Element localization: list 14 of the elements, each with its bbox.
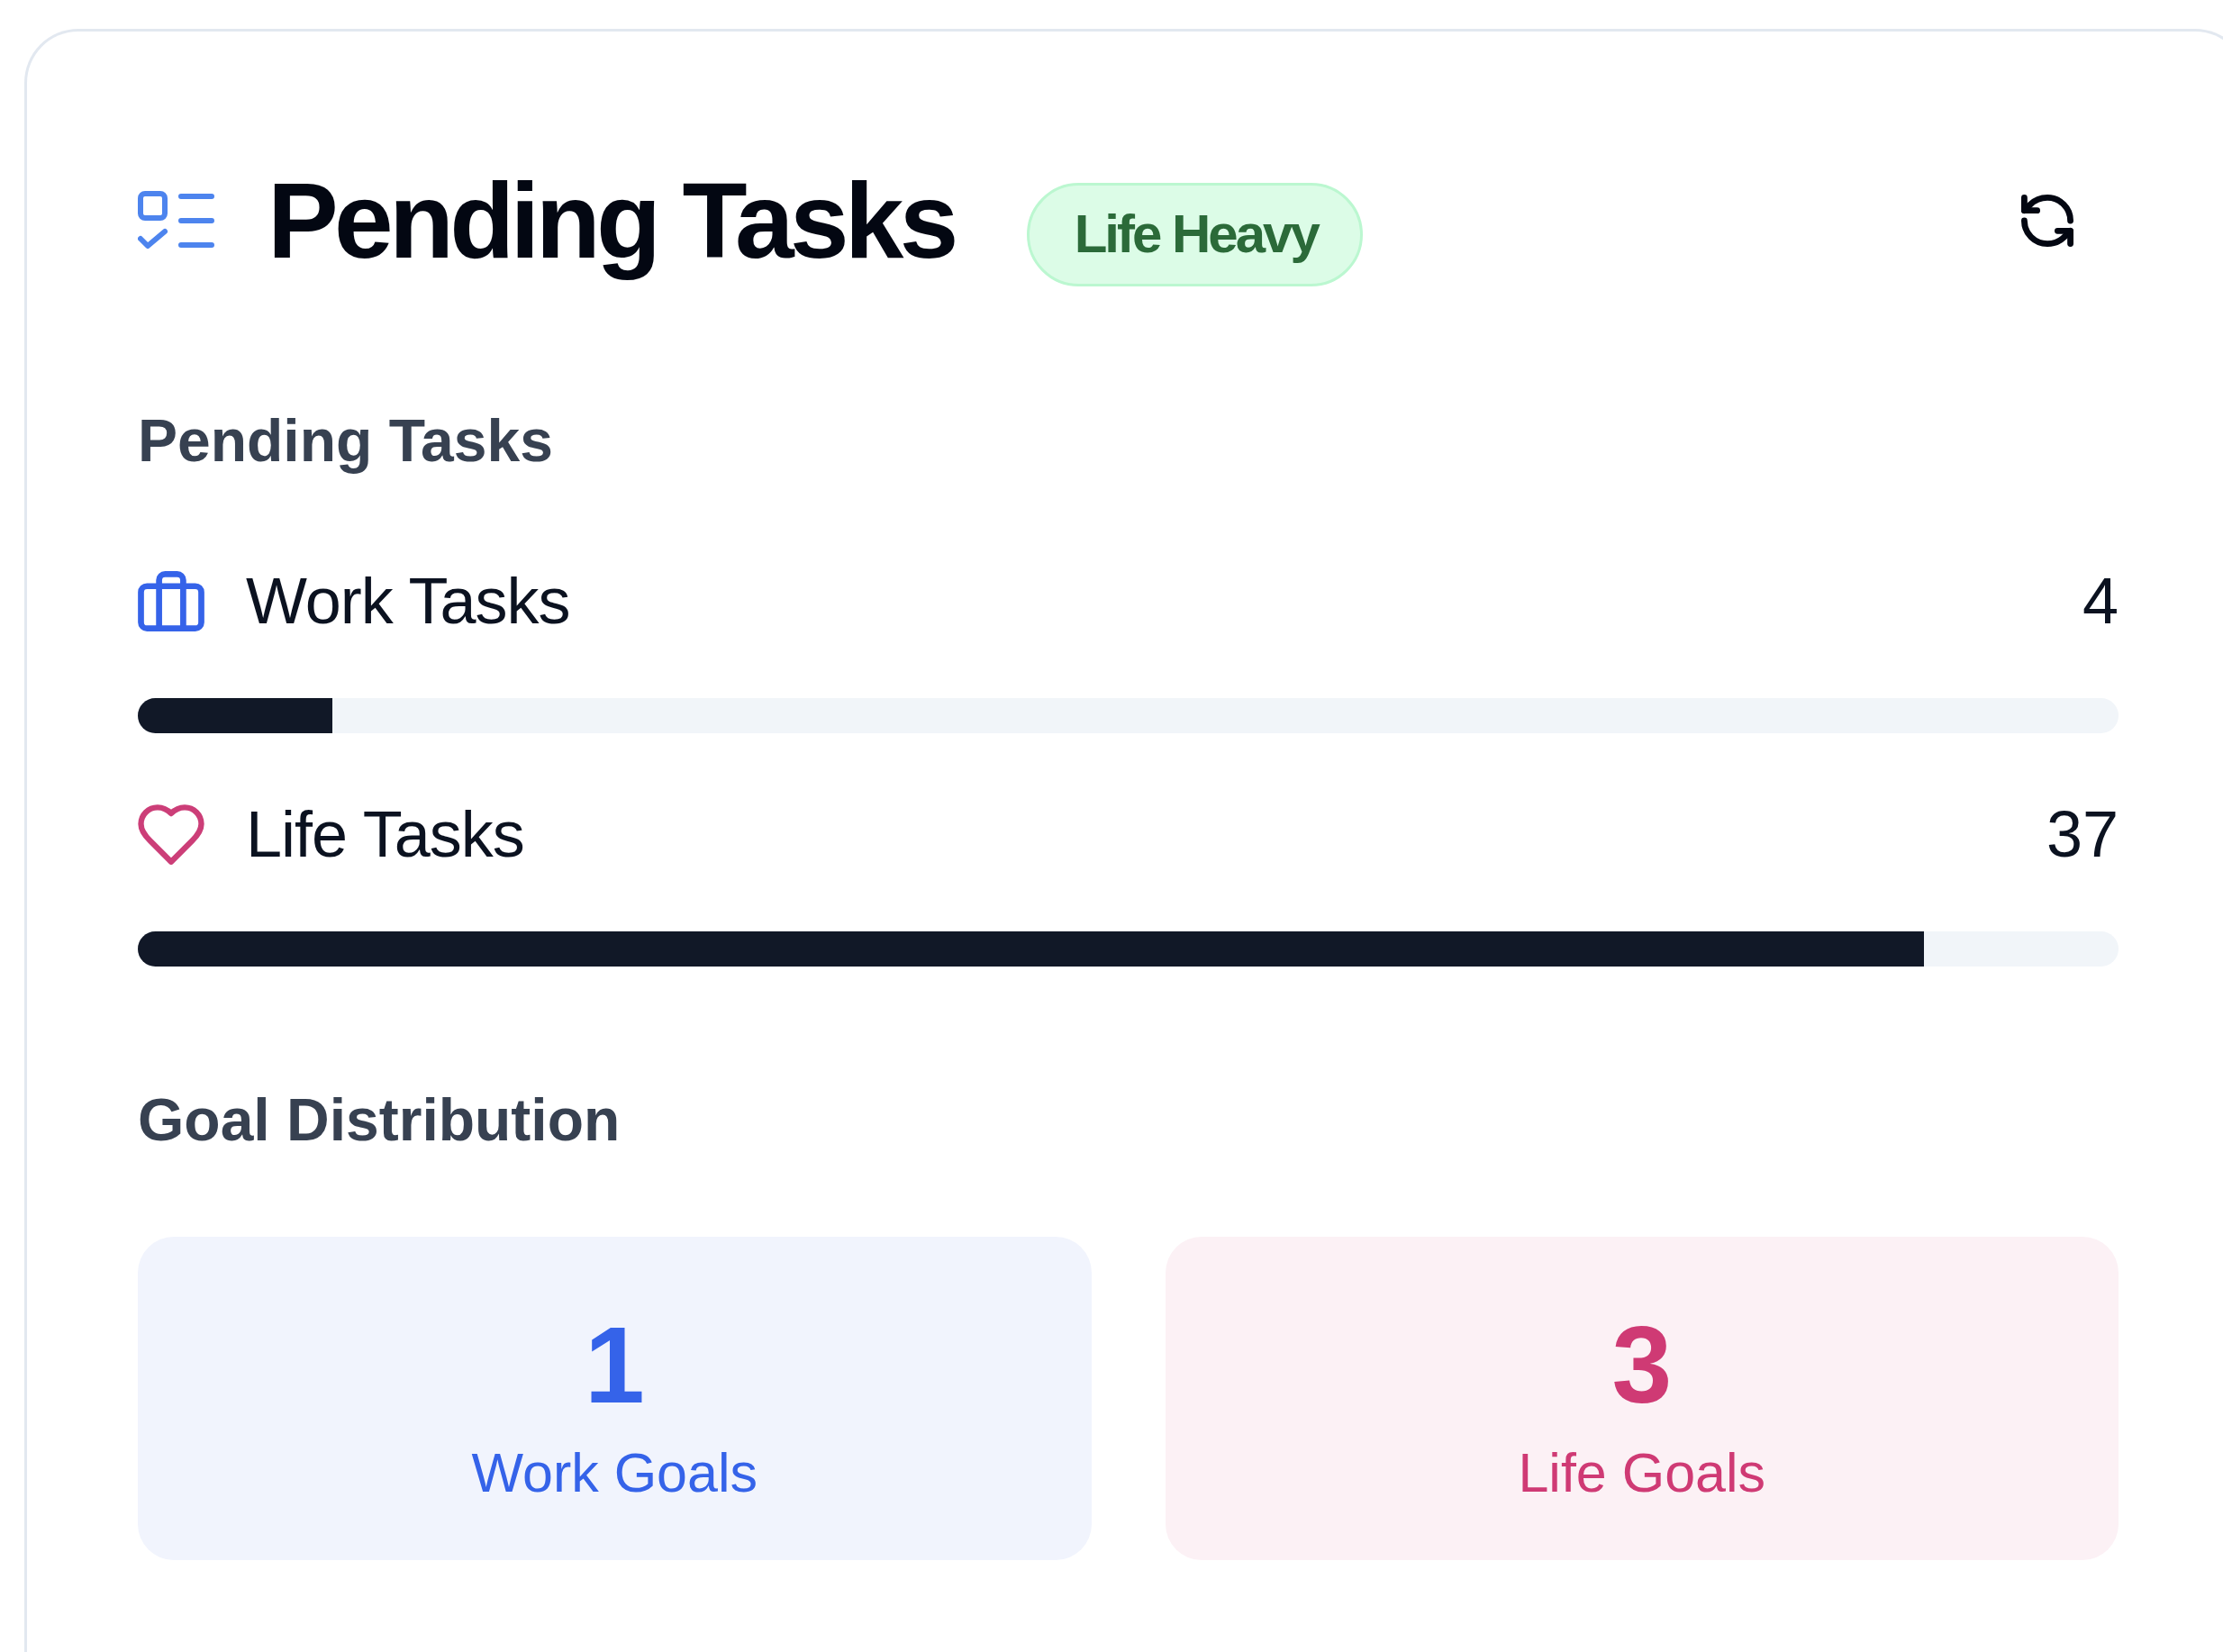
goal-count: 1 [584, 1303, 645, 1427]
status-badge: Life Heavy [1026, 182, 1363, 286]
goal-label: Work Goals [471, 1441, 758, 1505]
checklist-icon [138, 190, 215, 251]
task-label: Work Tasks [246, 564, 570, 639]
refresh-icon [2021, 195, 2073, 247]
task-label: Life Tasks [246, 797, 524, 872]
goal-count: 3 [1611, 1303, 1673, 1427]
section-heading: Pending Tasks [138, 406, 553, 476]
goal-label: Life Goals [1518, 1441, 1766, 1505]
task-count: 37 [2046, 797, 2119, 872]
card-title: Pending Tasks [268, 160, 955, 282]
section-heading: Goal Distribution [138, 1085, 621, 1155]
task-count: 4 [2082, 564, 2119, 639]
